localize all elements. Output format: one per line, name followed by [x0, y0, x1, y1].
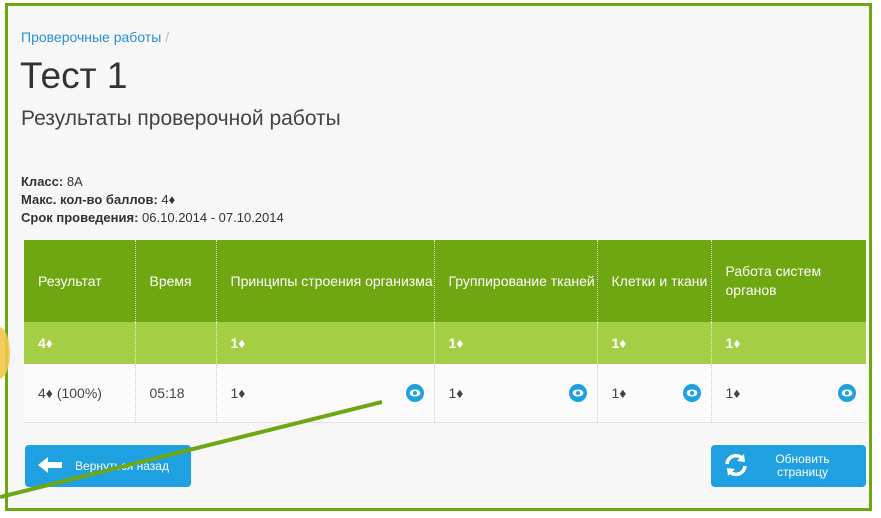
result-topic-3-score: 1♦	[611, 385, 627, 401]
back-button-label: Вернуться назад	[75, 458, 169, 473]
refresh-icon	[723, 453, 749, 480]
breadcrumb: Проверочные работы /	[21, 29, 169, 45]
breadcrumb-separator: /	[165, 29, 170, 45]
table-row: 4♦ (100%) 05:18 1♦ 1♦ 1♦ 1♦	[24, 364, 866, 423]
meta-max-label: Макс. кол-во баллов:	[21, 192, 158, 207]
view-eye-icon[interactable]	[568, 384, 587, 402]
max-result: 4♦	[24, 322, 135, 364]
result-score: 4♦ (100%)	[24, 364, 135, 423]
result-topic-1-score: 1♦	[230, 385, 246, 401]
header-time: Время	[134, 240, 216, 322]
table-header-row: Результат Время Принципы строения органи…	[24, 240, 866, 322]
page-subtitle: Результаты проверочной работы	[21, 107, 341, 130]
meta-period: Срок проведения: 06.10.2014 - 07.10.2014	[21, 209, 284, 227]
result-time: 05:18	[134, 364, 216, 423]
max-score-row: 4♦ 1♦ 1♦ 1♦ 1♦	[24, 322, 866, 364]
header-result: Результат	[24, 240, 135, 322]
header-topic-2: Группирование тканей	[433, 240, 597, 322]
result-topic-4: 1♦	[710, 364, 866, 423]
result-topic-4-score: 1♦	[725, 385, 741, 401]
view-eye-icon[interactable]	[682, 384, 701, 402]
max-topic-4: 1♦	[710, 322, 866, 364]
meta-max-value: 4♦	[161, 192, 176, 207]
meta-class: Класс: 8А	[21, 173, 284, 191]
view-eye-icon[interactable]	[405, 384, 424, 402]
test-meta: Класс: 8А Макс. кол-во баллов: 4♦ Срок п…	[21, 173, 284, 227]
back-button[interactable]: Вернуться назад	[25, 445, 191, 487]
meta-max: Макс. кол-во баллов: 4♦	[21, 191, 284, 209]
max-topic-3: 1♦	[596, 322, 711, 364]
refresh-button-label: Обновить страницу	[775, 452, 830, 479]
header-topic-4: Работа систем органов	[710, 240, 866, 322]
results-table: Результат Время Принципы строения органи…	[24, 240, 866, 423]
max-topic-2: 1♦	[433, 322, 597, 364]
view-eye-icon[interactable]	[838, 384, 856, 402]
result-topic-1: 1♦	[215, 364, 434, 423]
result-topic-3: 1♦	[596, 364, 711, 423]
meta-class-value: 8А	[66, 174, 83, 189]
meta-class-label: Класс:	[21, 174, 64, 189]
result-topic-2-score: 1♦	[448, 385, 464, 401]
page-title: Тест 1	[20, 55, 128, 96]
refresh-button[interactable]: Обновить страницу	[711, 445, 866, 487]
max-topic-1: 1♦	[215, 322, 434, 364]
result-topic-2: 1♦	[433, 364, 597, 423]
arrow-left-icon	[37, 456, 63, 477]
breadcrumb-link-tests[interactable]: Проверочные работы	[21, 29, 161, 45]
header-topic-3: Клетки и ткани	[596, 240, 711, 322]
header-topic-1: Принципы строения организма	[215, 240, 434, 322]
max-time	[134, 322, 216, 364]
meta-period-value: 06.10.2014 - 07.10.2014	[142, 210, 284, 225]
meta-period-label: Срок проведения:	[21, 210, 139, 225]
